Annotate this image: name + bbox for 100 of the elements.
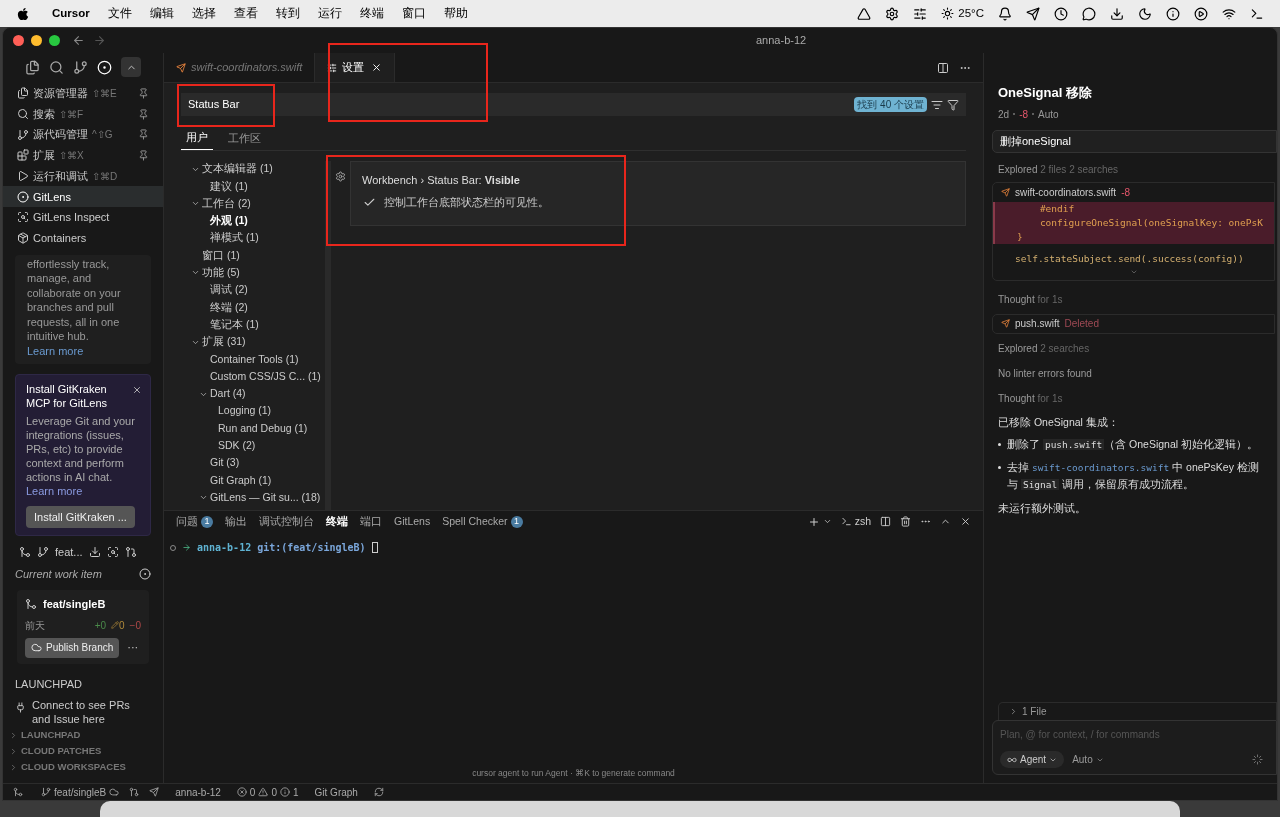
send-icon[interactable] [149,787,160,797]
tray-icon[interactable] [857,6,872,21]
tree-item[interactable]: SDK (2) [218,438,256,454]
panel-tab[interactable]: 输出 [225,513,247,530]
tree-item[interactable]: 调试 (2) [210,282,248,299]
section-title[interactable]: LAUNCHPAD [21,727,81,743]
tray-icon[interactable] [1138,6,1152,21]
branch-icon[interactable] [37,546,49,559]
weather-text[interactable]: 25°C [958,4,984,23]
view-list-item[interactable]: Containers [3,227,163,249]
app-menu[interactable]: Cursor [52,4,90,23]
pin-icon[interactable] [138,149,149,161]
scope-tab[interactable]: 工作区 [223,130,266,150]
panel-tab[interactable]: Spell Checker 1 [442,513,523,530]
menu-item[interactable]: 运行 [317,4,342,23]
clear-filter-icon[interactable] [931,98,943,111]
activity-icon[interactable] [25,59,40,75]
tree-item[interactable]: 功能 (5) [202,265,240,281]
menu-item[interactable]: 转到 [275,4,300,23]
fetch-icon[interactable] [88,546,101,559]
menu-item[interactable]: 查看 [233,4,258,23]
panel-tab[interactable]: 调试控制台 [259,513,314,530]
tray-icon[interactable] [1166,6,1180,21]
target-icon[interactable] [139,567,151,580]
graph-icon[interactable] [106,546,119,559]
git-graph-status[interactable]: Git Graph [314,784,358,800]
trash-icon[interactable] [900,516,911,527]
close-window-button[interactable] [13,35,24,46]
refresh-icon[interactable] [373,787,384,797]
publish-branch-button[interactable]: Publish Branch [25,637,120,658]
tray-icon[interactable] [885,6,900,21]
menu-item[interactable]: 终端 [359,4,384,23]
mode-dropdown[interactable]: Agent [1000,751,1065,768]
collapse-button[interactable] [121,57,141,77]
tree-item[interactable]: 终端 (2) [210,299,248,316]
scope-tab[interactable]: 用户 [181,129,213,150]
publish-icon[interactable] [109,787,120,797]
tree-item[interactable]: Git Graph (1) [210,472,272,489]
tray-icon[interactable] [998,6,1012,21]
close-panel-icon[interactable] [960,516,971,527]
remote-icon[interactable] [13,787,23,797]
chevron-right-icon[interactable] [9,762,18,772]
chevron-right-icon[interactable] [9,746,18,756]
shell-name[interactable]: zsh [854,513,871,530]
activity-icon[interactable] [73,59,88,75]
tree-item[interactable]: 禅模式 (1) [210,230,259,247]
tree-item[interactable]: 外观 (1) [210,213,248,229]
install-button[interactable]: Install GitKraken ... [26,506,135,528]
filter-icon[interactable] [947,98,959,111]
pin-icon[interactable] [138,108,149,120]
tree-item[interactable]: Run and Debug (1) [218,420,308,437]
menu-item[interactable]: 编辑 [149,4,174,23]
branches-icon[interactable] [19,546,31,559]
pull-request-icon[interactable] [129,787,140,797]
warning-count[interactable]: 0 [271,784,277,800]
tree-item[interactable]: 扩展 (31) [202,334,246,350]
view-list-item[interactable]: 运行和调试 ⇧⌘D [3,165,163,187]
tree-item[interactable]: 文本编辑器 (1) [202,161,273,177]
activity-icon[interactable] [49,59,64,75]
view-list-item[interactable]: 扩展 ⇧⌘X [3,145,163,166]
menu-item[interactable]: 文件 [107,4,132,23]
section-title[interactable]: CLOUD PATCHES [21,743,102,759]
pin-icon[interactable] [138,87,149,99]
more-button[interactable]: ··· [127,639,139,656]
tree-item[interactable]: 笔记本 (1) [210,316,259,333]
panel-tab[interactable]: 终端 [326,513,348,530]
info-count[interactable]: 1 [293,784,299,800]
close-icon[interactable] [132,385,142,395]
model-dropdown[interactable]: Auto [1072,752,1104,767]
split-editor-icon[interactable] [937,61,949,74]
tray-icon[interactable] [1222,6,1236,21]
zoom-window-button[interactable] [49,35,60,46]
pull-request-icon[interactable] [124,546,137,559]
section-title[interactable]: CLOUD WORKSPACES [21,759,126,775]
tray-icon[interactable] [1026,6,1040,21]
minimize-window-button[interactable] [31,35,42,46]
pin-icon[interactable] [138,129,149,141]
gear-icon[interactable] [335,170,346,182]
branch-label[interactable]: feat... [55,544,83,561]
back-icon[interactable] [72,34,85,47]
tree-item[interactable]: 工作台 (2) [202,195,251,212]
tray-icon[interactable] [1194,6,1208,21]
tray-icon[interactable] [1110,6,1124,21]
settings-search-field[interactable]: Status Bar 找到 40 个设置 [181,93,966,116]
apple-logo-icon[interactable] [16,6,30,21]
view-list-item[interactable]: 源代码管理 ^⇧G [3,124,163,146]
tray-icon[interactable] [1250,6,1264,21]
activity-icon[interactable] [97,59,112,75]
panel-tab[interactable]: 端口 [360,513,382,530]
menu-item[interactable]: 选择 [191,4,216,23]
menu-item[interactable]: 窗口 [401,4,426,23]
error-count[interactable]: 0 [249,784,256,800]
tree-item[interactable]: Dart (4) [210,386,246,402]
view-list-item[interactable]: 搜索 ⇧⌘F [3,103,163,125]
tree-item[interactable]: Logging (1) [218,403,272,420]
tray-icon[interactable] [913,6,928,21]
close-tab-icon[interactable] [371,62,383,73]
view-list-item[interactable]: GitLens [3,186,163,208]
file-name[interactable]: push.swift [1015,316,1060,331]
forward-icon[interactable] [93,34,106,47]
